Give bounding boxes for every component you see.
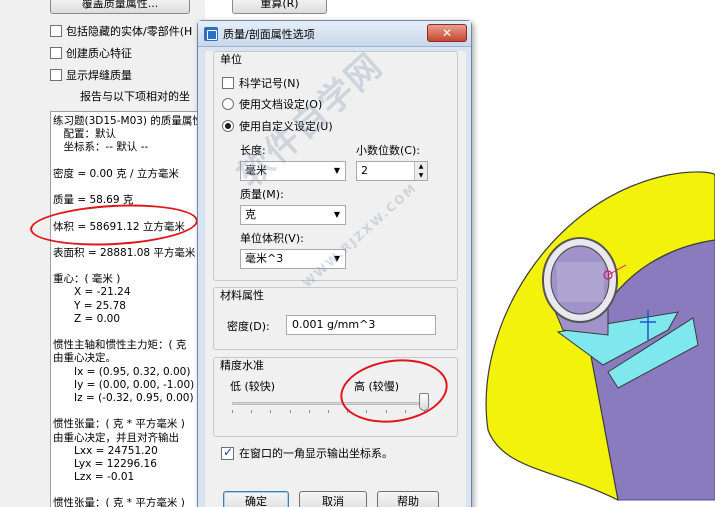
decimals-label: 小数位数(C): <box>356 144 420 157</box>
mass-properties-panel: 覆盖质量属性... 重算(R) 包括隐藏的实体/零部件(H 创建质心特征 显示焊… <box>0 0 327 507</box>
mass-properties-options-dialog: 质量/剖面属性选项 ✕ 单位 科学记号(N) 使用文档设定(O) 使用自定义设定… <box>197 20 472 507</box>
show-weld-mass-label: 显示焊缝质量 <box>66 69 132 82</box>
dialog-client: 单位 科学记号(N) 使用文档设定(O) 使用自定义设定(U) 长度: 毫米 ▼… <box>205 51 466 507</box>
spinner-buttons[interactable]: ▲ ▼ <box>414 162 427 180</box>
slider-tick <box>232 410 233 413</box>
close-button[interactable]: ✕ <box>427 24 467 42</box>
chevron-down-icon: ▼ <box>333 254 341 263</box>
units-group: 单位 科学记号(N) 使用文档设定(O) 使用自定义设定(U) 长度: 毫米 ▼… <box>213 51 458 281</box>
volume-value: 毫米^3 <box>245 252 284 265</box>
include-hidden-label: 包括隐藏的实体/零部件(H <box>66 25 193 38</box>
override-mass-button[interactable]: 覆盖质量属性... <box>50 0 190 14</box>
show-output-coords-label: 在窗口的一角显示输出坐标系。 <box>239 447 393 460</box>
result-line <box>53 260 209 273</box>
use-custom-settings-radio[interactable] <box>222 120 234 132</box>
result-line <box>53 484 209 497</box>
cancel-button[interactable]: 取消 <box>299 491 367 507</box>
result-line: 惯性张量：( 克 * 平方毫米 ) <box>53 497 185 507</box>
graphics-viewport[interactable] <box>468 0 715 507</box>
use-custom-settings-row[interactable]: 使用自定义设定(U) <box>222 118 333 134</box>
units-group-title: 单位 <box>220 53 242 66</box>
dialog-title: 质量/剖面属性选项 <box>223 27 315 41</box>
use-custom-settings-label: 使用自定义设定(U) <box>239 120 333 133</box>
volume-combo[interactable]: 毫米^3 ▼ <box>240 249 346 269</box>
result-line: 重心：( 毫米 ) <box>53 273 121 286</box>
length-label: 长度: <box>240 144 266 157</box>
show-weld-mass-checkbox[interactable] <box>50 69 62 81</box>
show-weld-mass-row[interactable]: 显示焊缝质量 <box>50 67 132 83</box>
slider-tick <box>251 410 253 413</box>
density-value: 0.001 g/mm^3 <box>292 318 376 331</box>
result-line <box>53 155 209 168</box>
mass-label: 质量(M): <box>240 188 284 201</box>
spin-down-icon[interactable]: ▼ <box>415 171 427 180</box>
accuracy-group-title: 精度水准 <box>220 359 264 372</box>
recalculate-button[interactable]: 重算(R) <box>232 0 327 14</box>
scientific-notation-label: 科学记号(N) <box>239 77 300 90</box>
result-line: Lyx = 12296.16 <box>53 457 157 470</box>
create-centroid-row[interactable]: 创建质心特征 <box>50 45 132 61</box>
result-line: 表面积 = 28881.08 平方毫米 <box>53 246 196 259</box>
material-group-title: 材料属性 <box>220 289 264 302</box>
part-model <box>485 171 715 502</box>
result-line <box>53 181 209 194</box>
result-line <box>53 326 209 339</box>
include-hidden-row[interactable]: 包括隐藏的实体/零部件(H <box>50 23 192 39</box>
create-centroid-checkbox[interactable] <box>50 47 62 59</box>
mass-combo[interactable]: 克 ▼ <box>240 205 346 225</box>
slider-tick <box>308 410 310 413</box>
report-coordinate-label: 报告与以下项相对的坐 <box>80 90 190 103</box>
close-icon: ✕ <box>441 26 453 40</box>
slider-tick <box>289 410 291 413</box>
result-line: Lzx = -0.01 <box>53 471 135 484</box>
include-hidden-checkbox[interactable] <box>50 25 62 37</box>
decimals-value: 2 <box>361 164 368 177</box>
use-doc-settings-row[interactable]: 使用文档设定(O) <box>222 96 322 112</box>
result-line: Lxx = 24751.20 <box>53 444 158 457</box>
result-line: Ix = (0.95, 0.32, 0.00) <box>53 365 191 378</box>
use-doc-settings-radio[interactable] <box>222 98 234 110</box>
decimals-spinner[interactable]: 2 ▲ ▼ <box>356 161 428 181</box>
spin-up-icon[interactable]: ▲ <box>415 162 427 171</box>
use-doc-settings-label: 使用文档设定(O) <box>239 98 323 111</box>
mass-value: 克 <box>245 208 256 221</box>
app-icon <box>204 26 218 41</box>
result-line: 配置：默认 <box>53 128 116 141</box>
result-line: Y = 25.78 <box>53 299 126 312</box>
length-combo[interactable]: 毫米 ▼ <box>240 161 346 181</box>
scientific-notation-row[interactable]: 科学记号(N) <box>222 75 300 91</box>
result-line: X = -21.24 <box>53 286 131 299</box>
chevron-down-icon: ▼ <box>333 210 341 219</box>
result-line: Iz = (-0.32, 0.95, 0.00) <box>53 391 194 404</box>
create-centroid-label: 创建质心特征 <box>66 47 132 60</box>
result-line: 由重心决定，并且对齐输出 <box>53 431 179 444</box>
accuracy-low-label: 低 (较快) <box>230 380 276 393</box>
scientific-notation-checkbox[interactable] <box>222 77 234 89</box>
result-line: 密度 = 0.00 克 / 立方毫米 <box>53 167 179 180</box>
result-line: 练习题(3D15-M03) 的质量属性 <box>53 115 203 127</box>
slider-tick <box>328 410 329 413</box>
result-line: 坐标系：-- 默认 -- <box>53 141 149 154</box>
chevron-down-icon: ▼ <box>333 166 341 175</box>
show-output-coords-row[interactable]: 在窗口的一角显示输出坐标系。 <box>221 445 411 461</box>
result-line: 由重心决定。 <box>53 352 116 365</box>
result-line <box>53 405 209 418</box>
show-output-coords-checkbox[interactable] <box>221 445 234 460</box>
density-label: 密度(D): <box>227 320 270 333</box>
result-line: Z = 0.00 <box>53 312 121 325</box>
density-input[interactable]: 0.001 g/mm^3 <box>286 315 436 335</box>
result-line: Iy = (0.00, 0.00, -1.00) <box>53 378 195 391</box>
help-button[interactable]: 帮助 <box>377 491 439 507</box>
dialog-titlebar[interactable]: 质量/剖面属性选项 ✕ <box>198 21 471 47</box>
slider-tick <box>270 410 272 413</box>
result-line: 惯性主轴和惯性主力矩：( 克 <box>53 339 187 352</box>
ok-button[interactable]: 确定 <box>223 491 289 507</box>
volume-label: 单位体积(V): <box>240 232 304 245</box>
material-group: 材料属性 密度(D): 0.001 g/mm^3 <box>213 287 458 350</box>
result-line: 惯性张量：( 克 * 平方毫米 ) <box>53 418 185 431</box>
mass-results-textbox[interactable]: 练习题(3D15-M03) 的质量属性 配置：默认 坐标系：-- 默认 -- 密… <box>50 111 210 507</box>
length-value: 毫米 <box>245 164 267 177</box>
